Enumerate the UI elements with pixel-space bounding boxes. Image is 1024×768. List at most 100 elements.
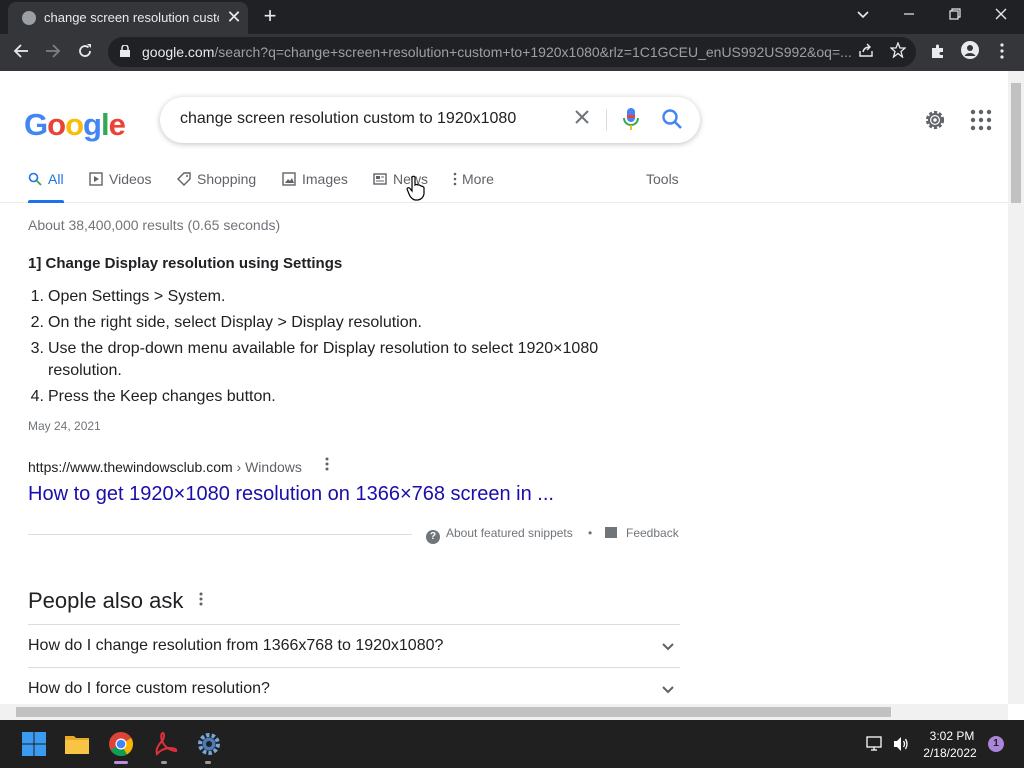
url-path: /search?q=change+screen+resolution+custo… bbox=[214, 44, 852, 60]
tab-more[interactable]: More bbox=[452, 171, 494, 199]
step-number: 1. bbox=[30, 288, 44, 305]
settings-indicator bbox=[205, 761, 211, 764]
google-logo[interactable]: Google bbox=[24, 107, 126, 143]
google-apps-icon[interactable] bbox=[970, 109, 992, 131]
snippet-date: May 24, 2021 bbox=[28, 419, 101, 433]
clear-search-icon[interactable] bbox=[570, 107, 594, 131]
tab-images[interactable]: Images bbox=[282, 171, 348, 199]
browser-tab-bar: change screen resolution custom to 1920x… bbox=[0, 0, 1024, 34]
step-text: Open Settings > System. bbox=[48, 288, 226, 305]
step-text: Use the drop-down menu available for Dis… bbox=[48, 340, 599, 379]
chrome-icon[interactable] bbox=[107, 730, 135, 758]
restore-icon[interactable] bbox=[940, 4, 970, 28]
tab-videos-label: Videos bbox=[109, 171, 152, 187]
featured-snippet-heading: 1] Change Display resolution using Setti… bbox=[28, 255, 343, 272]
tab-shopping[interactable]: Shopping bbox=[177, 171, 256, 199]
vertical-scroll-thumb[interactable] bbox=[1011, 83, 1021, 203]
url-host: google.com bbox=[142, 44, 215, 60]
notification-badge[interactable]: 1 bbox=[988, 736, 1004, 752]
volume-icon[interactable] bbox=[892, 735, 910, 753]
url-text: google.com/search?q=change+screen+resolu… bbox=[142, 44, 852, 60]
result-stats: About 38,400,000 results (0.65 seconds) bbox=[28, 217, 281, 233]
settings-app-icon[interactable] bbox=[195, 730, 223, 758]
close-window-icon[interactable] bbox=[986, 4, 1016, 28]
search-results-page: Google change screen resolution custom t… bbox=[0, 71, 1008, 704]
profile-icon[interactable] bbox=[957, 40, 983, 66]
horizontal-scrollbar[interactable] bbox=[0, 704, 1008, 720]
paa-question-text: How do I change resolution from 1366x768… bbox=[28, 637, 444, 654]
paa-menu-icon[interactable] bbox=[194, 591, 208, 613]
result-citation[interactable]: https://www.thewindowsclub.com › Windows bbox=[28, 459, 302, 475]
cite-url: https://www.thewindowsclub.com bbox=[28, 459, 233, 475]
about-snippets-label: About featured snippets bbox=[446, 526, 573, 540]
search-divider bbox=[606, 109, 607, 131]
search-tabs: All Videos Shopping Images News More Too… bbox=[0, 167, 1008, 203]
step-number: 2. bbox=[30, 314, 44, 331]
search-icon[interactable] bbox=[660, 107, 684, 131]
hand-cursor-icon bbox=[406, 175, 425, 201]
tab-videos[interactable]: Videos bbox=[89, 171, 152, 199]
tab-images-label: Images bbox=[302, 171, 348, 187]
result-menu-icon[interactable] bbox=[320, 457, 334, 477]
tab-more-label: More bbox=[462, 171, 494, 187]
chevron-down-icon[interactable] bbox=[660, 639, 676, 655]
step-number: 4. bbox=[30, 388, 44, 405]
network-icon[interactable] bbox=[866, 735, 884, 753]
step-text: Press the Keep changes button. bbox=[48, 388, 276, 405]
step-text: On the right side, select Display > Disp… bbox=[48, 314, 422, 331]
forward-icon[interactable] bbox=[40, 40, 66, 66]
chrome-active-indicator bbox=[114, 761, 128, 764]
result-title-link[interactable]: How to get 1920×1080 resolution on 1366×… bbox=[28, 483, 554, 506]
about-featured-snippets-link[interactable]: ? About featured snippets bbox=[426, 526, 573, 544]
minimize-icon[interactable] bbox=[894, 4, 924, 28]
extensions-icon[interactable] bbox=[925, 40, 951, 66]
search-icon bbox=[28, 172, 42, 186]
tab-search-icon[interactable] bbox=[848, 4, 878, 28]
menu-icon[interactable] bbox=[989, 40, 1015, 66]
feedback-link[interactable]: Feedback bbox=[605, 526, 679, 540]
chevron-down-icon[interactable] bbox=[660, 682, 676, 698]
tools-button[interactable]: Tools bbox=[646, 171, 679, 199]
paa-question[interactable]: How do I change resolution from 1366x768… bbox=[28, 624, 680, 667]
vertical-scrollbar[interactable] bbox=[1008, 71, 1024, 704]
voice-search-icon[interactable] bbox=[622, 107, 640, 131]
tab-shopping-label: Shopping bbox=[197, 171, 257, 187]
paa-question-text: How do I force custom resolution? bbox=[28, 680, 270, 697]
clock-date[interactable]: 2/18/2022 bbox=[920, 746, 980, 760]
back-icon[interactable] bbox=[8, 40, 34, 66]
pdf-indicator bbox=[161, 761, 167, 764]
new-tab-button[interactable]: + bbox=[258, 4, 282, 28]
tab-all[interactable]: All bbox=[28, 171, 64, 199]
video-icon bbox=[89, 172, 103, 186]
pdf-reader-icon[interactable] bbox=[151, 730, 179, 758]
gear-icon[interactable] bbox=[922, 107, 948, 133]
browser-tab[interactable]: change screen resolution custom to 1920x… bbox=[8, 2, 248, 34]
browser-toolbar: google.com/search?q=change+screen+resolu… bbox=[0, 34, 1024, 71]
tab-title: change screen resolution custom to 1920x… bbox=[44, 10, 219, 25]
bookmark-star-icon[interactable] bbox=[888, 41, 908, 62]
snippet-divider bbox=[28, 534, 412, 535]
search-input[interactable]: change screen resolution custom to 1920x… bbox=[180, 110, 516, 128]
reload-icon[interactable] bbox=[72, 40, 98, 66]
tag-icon bbox=[177, 172, 191, 186]
favicon-icon bbox=[22, 11, 36, 25]
close-tab-icon[interactable]: ✕ bbox=[226, 7, 242, 27]
address-bar[interactable]: google.com/search?q=change+screen+resolu… bbox=[108, 37, 916, 67]
lock-icon[interactable] bbox=[120, 45, 130, 57]
share-icon[interactable] bbox=[856, 42, 876, 62]
search-box[interactable]: change screen resolution custom to 1920x… bbox=[160, 97, 700, 143]
horizontal-scroll-thumb[interactable] bbox=[16, 707, 891, 717]
feedback-icon bbox=[605, 527, 617, 538]
step-number: 3. bbox=[30, 340, 44, 357]
feedback-label: Feedback bbox=[626, 526, 679, 540]
clock-time[interactable]: 3:02 PM bbox=[924, 729, 980, 743]
taskbar: 3:02 PM 2/18/2022 1 bbox=[0, 720, 1024, 768]
active-tab-indicator bbox=[28, 200, 64, 203]
image-icon bbox=[282, 172, 296, 186]
tab-all-label: All bbox=[48, 171, 64, 187]
paa-question[interactable]: How do I force custom resolution? bbox=[28, 667, 680, 704]
file-explorer-icon[interactable] bbox=[63, 730, 91, 758]
windows-start-icon[interactable] bbox=[20, 730, 48, 758]
separator-dot: • bbox=[588, 526, 593, 540]
help-icon: ? bbox=[426, 530, 440, 544]
